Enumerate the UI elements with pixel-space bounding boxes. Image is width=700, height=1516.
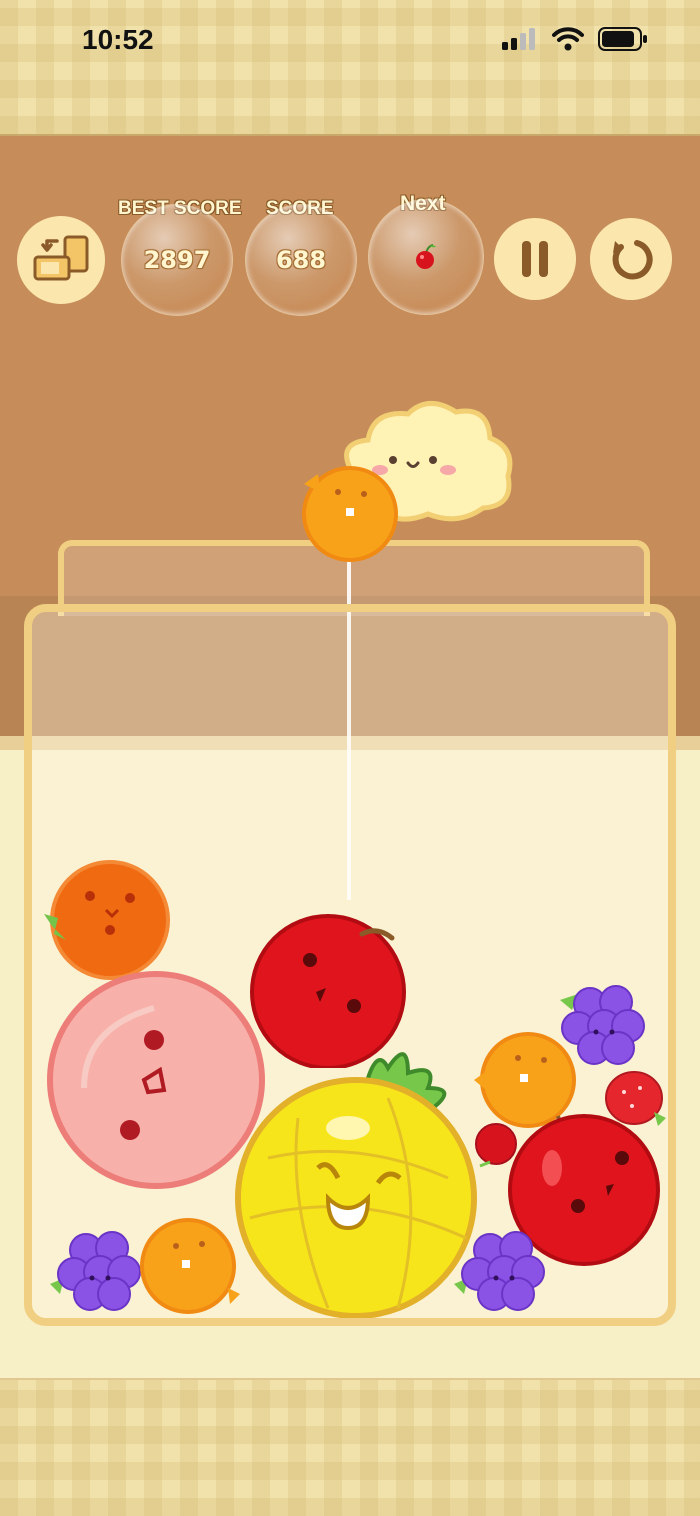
pause-icon	[522, 241, 548, 277]
restart-icon	[612, 240, 653, 280]
score-bubble: 688	[246, 205, 356, 315]
restart-button[interactable]	[590, 218, 672, 300]
grape-fruit	[454, 1231, 545, 1311]
next-fruit-bubble	[369, 200, 483, 314]
best-score-value: 2897	[143, 246, 211, 274]
rotate-orientation-button[interactable]	[17, 216, 105, 304]
fruit-jar[interactable]	[24, 604, 676, 1326]
bottom-plaid-band	[0, 1378, 700, 1516]
top-plaid-band	[0, 0, 700, 136]
battery-icon	[598, 27, 647, 51]
pineapple-fruit	[235, 1052, 477, 1318]
best-score-bubble: 2897	[122, 205, 232, 315]
orange-fruit	[44, 860, 170, 980]
cherry-icon	[416, 244, 436, 269]
orange-fruit	[140, 1218, 240, 1314]
wifi-icon	[552, 27, 584, 51]
status-icons	[502, 27, 648, 51]
rotate-device-icon	[33, 235, 89, 281]
status-time: 10:52	[82, 24, 154, 55]
grape-fruit	[50, 1231, 141, 1311]
pause-button[interactable]	[494, 218, 576, 300]
current-drop-orange[interactable]	[298, 462, 402, 562]
score-value: 688	[275, 246, 327, 274]
cellular-signal-icon	[502, 28, 535, 50]
